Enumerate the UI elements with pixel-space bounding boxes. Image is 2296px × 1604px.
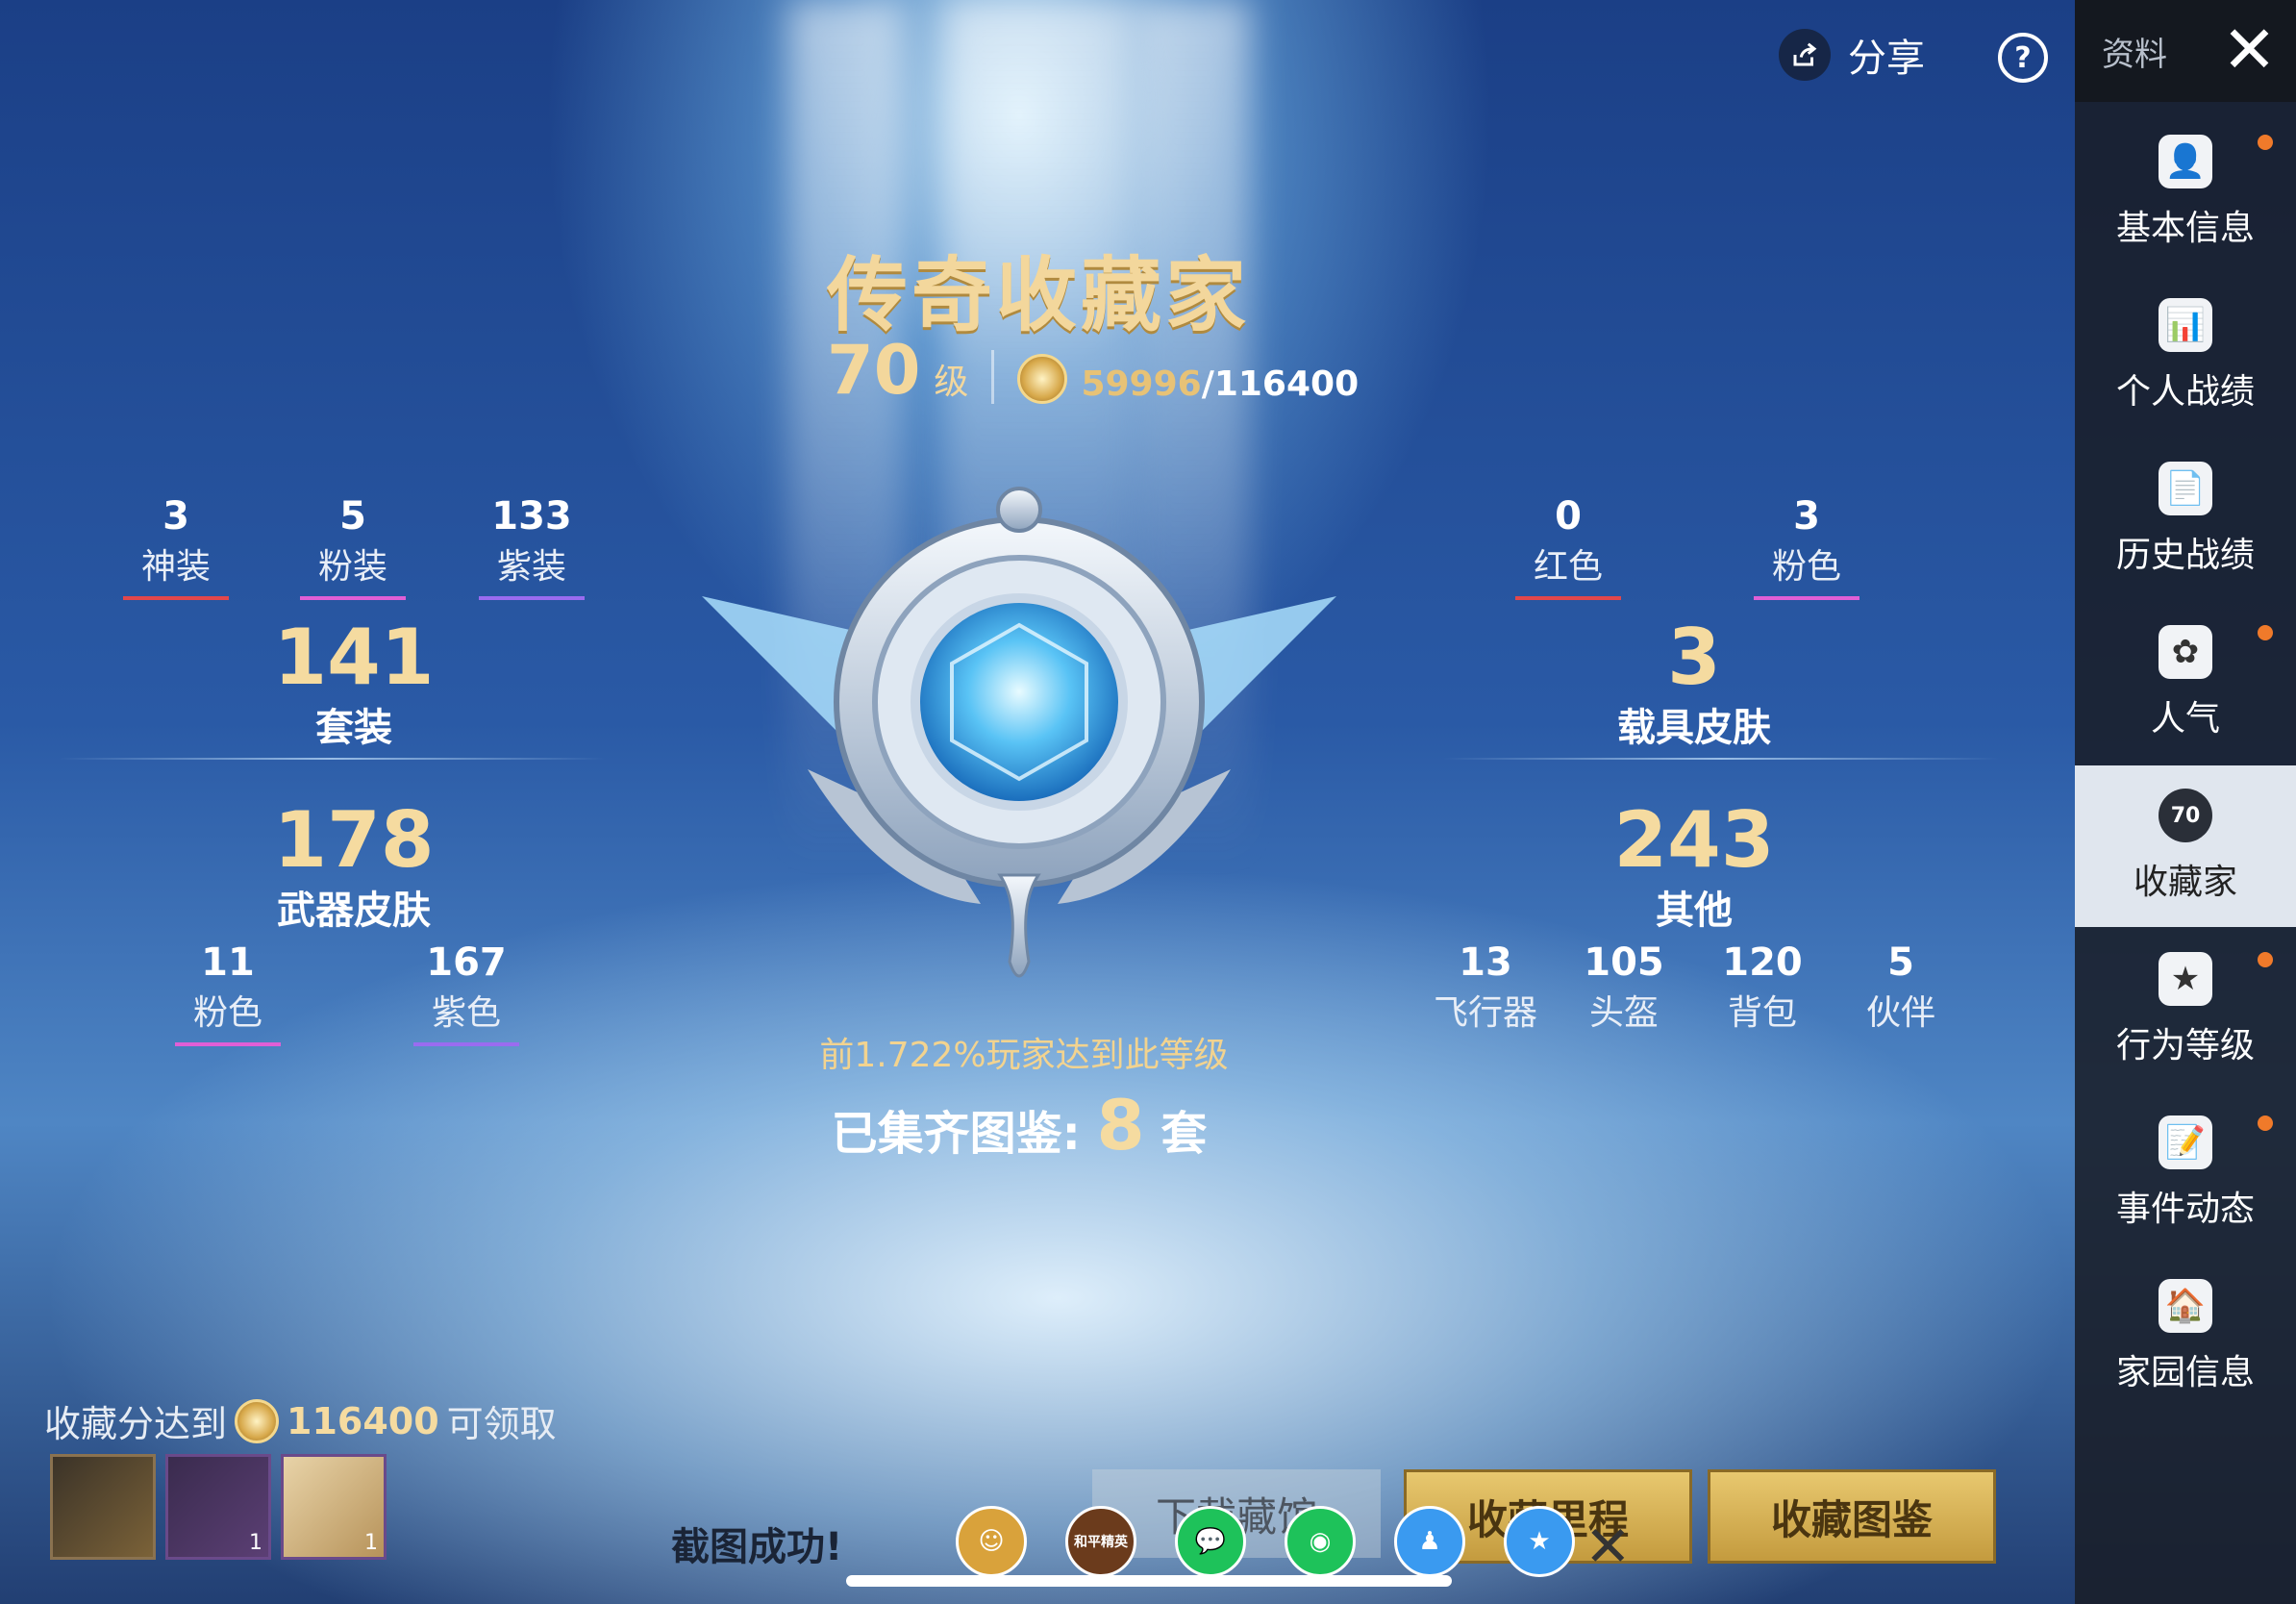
sidebar-item-user-profile[interactable]: 👤 基本信息 [2075, 112, 2296, 273]
wechat-icon[interactable]: 💬 [1175, 1506, 1246, 1577]
screenshot-success-toast: 截图成功! [671, 1525, 843, 1569]
right-divider [1442, 758, 2000, 760]
stat-weapon-purple[interactable]: 167 紫色 [404, 940, 529, 1046]
reward-items: 1 1 [50, 1454, 387, 1560]
stat-mythic-outfit[interactable]: 3 神装 [113, 494, 238, 600]
game-friend-icon[interactable]: ☺ [956, 1506, 1027, 1577]
moments-icon[interactable]: ◉ [1285, 1506, 1356, 1577]
collected-albums: 已集齐图鉴: 8 套 [817, 1085, 1221, 1165]
reward-item-emblem[interactable]: 1 [281, 1454, 387, 1560]
stats-chart-icon: 📊 [2159, 298, 2212, 352]
level-number: 70 [827, 331, 921, 410]
sidebar-item-label: 家园信息 [2115, 1353, 2255, 1392]
event-doc-icon: 📝 [2159, 1115, 2212, 1169]
collected-count: 8 [1096, 1085, 1145, 1165]
stat-vehicle-pink[interactable]: 3 粉色 [1744, 494, 1869, 600]
level-row: 70 级 59996/116400 [827, 337, 1359, 404]
stat-other-total[interactable]: 243 其他 [1569, 802, 1819, 935]
score-current: 59996 [1081, 364, 1202, 404]
sidebar-item-label: 历史战绩 [2115, 536, 2255, 575]
stat-other-companion[interactable]: 5 伙伴 [1838, 940, 1963, 1035]
level-divider [991, 350, 995, 404]
share-targets: ☺ 和平精英 💬 ◉ ♟ ★ [956, 1506, 1575, 1577]
close-icon[interactable]: ✕ [2222, 18, 2277, 84]
notification-dot [2258, 625, 2273, 640]
collection-album-button[interactable]: 收藏图鉴 [1708, 1469, 1996, 1564]
collector-title: 传奇收藏家 [826, 248, 1250, 342]
left-divider [58, 758, 606, 760]
behavior-star-icon: ★ [2159, 952, 2212, 1006]
stat-other-backpack[interactable]: 120 背包 [1700, 940, 1825, 1035]
share-overlay-close-icon[interactable]: ✕ [1585, 1514, 1632, 1579]
stat-other-helmet[interactable]: 105 头盔 [1561, 940, 1686, 1035]
stat-outfit-total[interactable]: 141 套装 [229, 619, 479, 752]
collected-prefix: 已集齐图鉴: [831, 1107, 1081, 1161]
sidebar-item-behavior-star[interactable]: ★ 行为等级 [2075, 929, 2296, 1090]
share-icon [1779, 29, 1831, 81]
history-doc-icon: 📄 [2159, 462, 2212, 515]
share-label: 分享 [1848, 37, 1925, 81]
sidebar-item-home[interactable]: 🏠 家园信息 [2075, 1256, 2296, 1417]
reward-item-avatar-frame[interactable] [50, 1454, 156, 1560]
collected-suffix: 套 [1160, 1107, 1208, 1161]
peace-elite-icon[interactable]: 和平精英 [1065, 1506, 1136, 1577]
reward-hint: 收藏分达到 116400 可领取 [44, 1398, 557, 1445]
notification-dot [2258, 952, 2273, 967]
sidebar-item-label: 事件动态 [2115, 1190, 2255, 1229]
reward-coin-icon [235, 1398, 280, 1443]
notification-dot [2258, 1115, 2273, 1131]
qzone-icon[interactable]: ★ [1504, 1506, 1575, 1577]
home-icon: 🏠 [2159, 1279, 2212, 1333]
collector-badge-icon: 70 [2159, 789, 2212, 842]
stat-other-aircraft[interactable]: 13 飞行器 [1423, 940, 1548, 1035]
qq-icon[interactable]: ♟ [1394, 1506, 1465, 1577]
stat-vehicle-total[interactable]: 3 载具皮肤 [1569, 619, 1819, 752]
sidebar-item-stats-chart[interactable]: 📊 个人战绩 [2075, 275, 2296, 437]
share-button[interactable]: 分享 [1779, 27, 1925, 83]
stat-purple-outfit[interactable]: 133 紫装 [469, 494, 594, 600]
sidebar-item-label: 基本信息 [2115, 209, 2255, 248]
level-unit: 级 [934, 363, 969, 402]
sidebar-header-label: 资料 [2102, 35, 2167, 74]
stat-weapon-pink[interactable]: 11 粉色 [165, 940, 290, 1046]
sidebar-item-label: 个人战绩 [2115, 372, 2255, 412]
sidebar-item-label: 行为等级 [2115, 1026, 2255, 1065]
collector-emblem [702, 487, 1336, 978]
sidebar-item-collector-badge[interactable]: 70 收藏家 [2075, 765, 2296, 927]
sidebar: 资料 ✕ 👤 基本信息 📊 个人战绩 📄 历史战绩 ✿ 人气 70 收藏家 ★ 行为等级 📝 事件动态 🏠 家… [2075, 0, 2296, 1604]
stat-weapon-total[interactable]: 178 武器皮肤 [229, 802, 479, 935]
reward-item-card[interactable]: 1 [165, 1454, 271, 1560]
sidebar-item-label: 人气 [2150, 699, 2220, 739]
stat-pink-outfit[interactable]: 5 粉装 [290, 494, 415, 600]
sidebar-item-history-doc[interactable]: 📄 历史战绩 [2075, 439, 2296, 600]
user-profile-icon: 👤 [2159, 135, 2212, 188]
sidebar-item-event-doc[interactable]: 📝 事件动态 [2075, 1092, 2296, 1254]
sidebar-item-label: 收藏家 [2133, 863, 2237, 902]
rank-percentile: 前1.722%玩家达到此等级 [819, 1036, 1229, 1075]
collection-coin-icon [1017, 354, 1068, 404]
sidebar-header: 资料 ✕ [2075, 0, 2296, 102]
score-max: /116400 [1201, 364, 1360, 404]
flower-icon: ✿ [2159, 625, 2212, 679]
sidebar-item-flower[interactable]: ✿ 人气 [2075, 602, 2296, 764]
notification-dot [2258, 135, 2273, 150]
stat-vehicle-red[interactable]: 0 红色 [1506, 494, 1631, 600]
home-indicator[interactable] [846, 1575, 1452, 1587]
help-icon[interactable]: ? [1998, 33, 2048, 83]
